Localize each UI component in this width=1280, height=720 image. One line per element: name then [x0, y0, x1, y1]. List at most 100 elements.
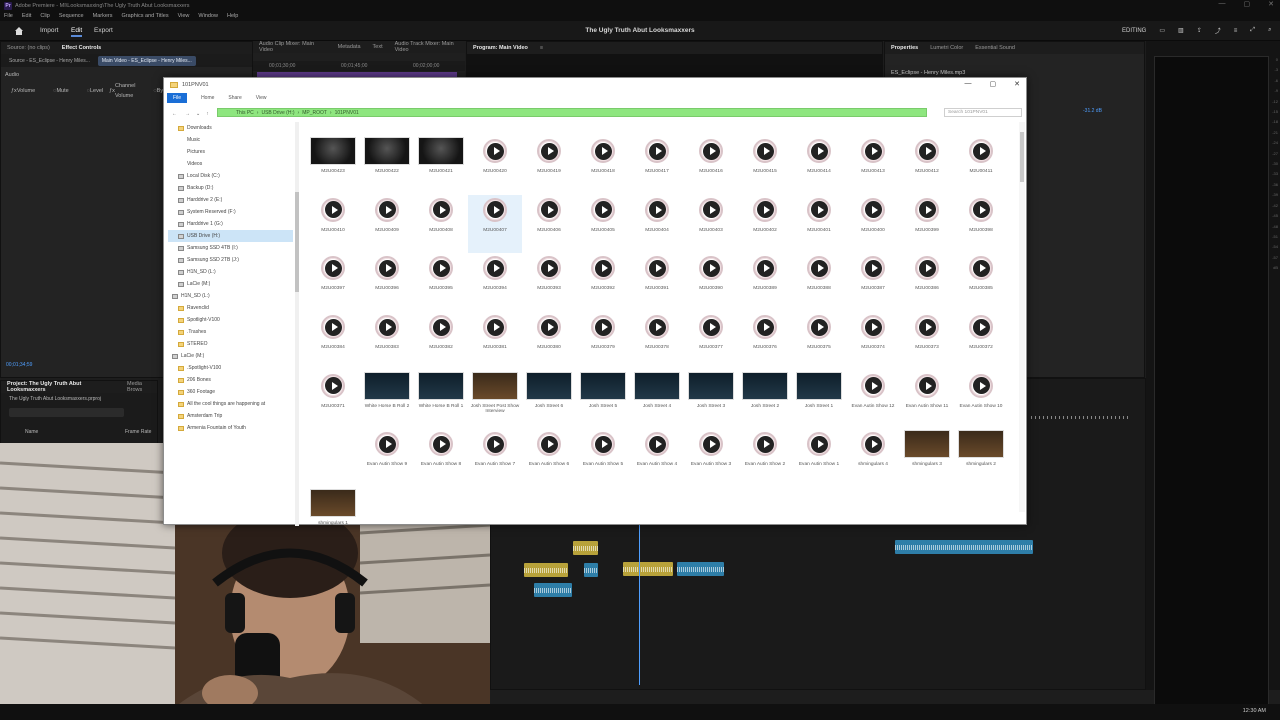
file-item[interactable]: M2U00423 — [306, 136, 360, 195]
effect-row[interactable]: ƒx Volume — [5, 86, 35, 97]
file-item[interactable]: shmingulars 4 — [846, 429, 900, 488]
file-item[interactable]: M2U00420 — [468, 136, 522, 195]
audio-clip[interactable] — [623, 562, 673, 576]
nav-item[interactable]: LaCie (M:) — [168, 278, 293, 290]
properties-level[interactable]: -31.2 dB — [1083, 108, 1102, 114]
audio-clip[interactable] — [677, 562, 724, 576]
file-item[interactable]: M2U00411 — [954, 136, 1008, 195]
file-item[interactable]: M2U00389 — [738, 253, 792, 312]
nav-item[interactable]: .Spotlight-V100 — [168, 362, 293, 374]
file-item[interactable]: Evan Autin Show 3 — [684, 429, 738, 488]
file-item[interactable]: M2U00394 — [468, 253, 522, 312]
timecode[interactable]: 00;01;34;59 — [6, 362, 32, 368]
nav-item[interactable]: Samsung SSD 4TB (I:) — [168, 242, 293, 254]
file-item[interactable]: M2U00406 — [522, 195, 576, 254]
tab-media-browser[interactable]: Media Brows — [127, 381, 157, 393]
menu-item[interactable]: Clip — [40, 13, 49, 19]
file-item[interactable]: M2U00375 — [792, 312, 846, 371]
effect-row[interactable]: ƒx Channel Volume — [103, 81, 135, 102]
close-button[interactable]: ✕ — [1268, 0, 1274, 8]
tab-program[interactable]: Program: Main Video — [473, 45, 528, 51]
file-item[interactable]: Evan Autin Show 12 — [846, 371, 900, 430]
file-item[interactable]: Josh Street Post Show Interview — [468, 371, 522, 430]
search-icon[interactable]: ⌕ — [1268, 27, 1271, 34]
explorer-close-button[interactable]: ✕ — [1014, 80, 1020, 88]
file-item[interactable]: M2U00386 — [900, 253, 954, 312]
file-item[interactable]: Evan Autin Show 8 — [414, 429, 468, 488]
file-item[interactable]: Josh Street 4 — [630, 371, 684, 430]
breadcrumb-this-pc[interactable]: This PC — [236, 110, 254, 116]
audio-clip[interactable] — [573, 541, 598, 555]
nav-item[interactable]: STEREO — [168, 338, 293, 350]
effect-row[interactable]: ◌ Mute — [35, 86, 69, 97]
file-item[interactable]: M2U00378 — [630, 312, 684, 371]
nav-item[interactable]: Ravenclid — [168, 302, 293, 314]
audio-clip[interactable] — [524, 563, 568, 577]
tab-text[interactable]: Text — [373, 44, 383, 50]
tab-effect-controls[interactable]: Effect Controls — [62, 45, 101, 51]
menu-item[interactable]: View — [178, 13, 190, 19]
file-item[interactable]: M2U00393 — [522, 253, 576, 312]
file-item[interactable]: M2U00382 — [414, 312, 468, 371]
workspace-label[interactable]: EDITING — [1122, 28, 1146, 34]
expand-icon[interactable]: ⤢ — [1250, 27, 1255, 34]
file-item[interactable]: M2U00399 — [900, 195, 954, 254]
ribbon-home-tab[interactable]: Home — [201, 95, 214, 101]
file-item[interactable]: M2U00407 — [468, 194, 522, 254]
file-item[interactable]: Josh Street 6 — [522, 371, 576, 430]
tab-import[interactable]: Import — [40, 27, 58, 34]
maximize-button[interactable]: ▢ — [1244, 0, 1251, 8]
file-item[interactable]: M2U00410 — [306, 195, 360, 254]
forward-arrow-icon[interactable]: → — [185, 111, 190, 117]
taskbar-clock[interactable]: 12:30 AM — [1243, 708, 1266, 714]
explorer-search-input[interactable]: Search 101PNV01 — [944, 108, 1022, 117]
file-item[interactable]: M2U00372 — [954, 312, 1008, 371]
file-item[interactable]: Evan Autin Show 2 — [738, 429, 792, 488]
nav-item[interactable]: Backup (D:) — [168, 182, 293, 194]
layout-icon[interactable]: ▥ — [1178, 27, 1184, 34]
nav-item[interactable]: Armenia Fountain of Youth — [168, 422, 293, 434]
file-item[interactable]: shmingulars 3 — [900, 429, 954, 488]
nav-item[interactable]: 206 Bones — [168, 374, 293, 386]
nav-item[interactable]: USB Drive (H:) — [168, 230, 293, 242]
file-item[interactable]: M2U00383 — [360, 312, 414, 371]
audio-clip[interactable] — [534, 583, 572, 597]
tab-export[interactable]: Export — [94, 27, 113, 34]
file-item[interactable]: M2U00376 — [738, 312, 792, 371]
file-item[interactable]: M2U00398 — [954, 195, 1008, 254]
nav-item[interactable]: LaCie (M:) — [168, 350, 293, 362]
file-item[interactable]: M2U00380 — [522, 312, 576, 371]
file-item[interactable]: M2U00390 — [684, 253, 738, 312]
up-arrow-icon[interactable]: ↑ — [206, 111, 209, 117]
nav-item[interactable]: Samsung SSD 2TB (J:) — [168, 254, 293, 266]
nav-item[interactable]: All the cool things are happening at — [168, 398, 293, 410]
file-item[interactable]: M2U00392 — [576, 253, 630, 312]
file-item[interactable]: Josh Street 3 — [684, 371, 738, 430]
file-item[interactable]: M2U00396 — [360, 253, 414, 312]
file-item[interactable]: Evan Autin Show 6 — [522, 429, 576, 488]
menu-item[interactable]: Markers — [93, 13, 113, 19]
breadcrumb-mp-root[interactable]: MP_ROOT — [302, 110, 327, 116]
share-icon[interactable]: ⇪ — [1197, 27, 1202, 34]
file-item[interactable]: shmingulars 1 — [306, 488, 360, 547]
file-item[interactable]: Josh Street 2 — [738, 371, 792, 430]
nav-item[interactable]: H1N_SD (L:) — [168, 290, 293, 302]
ribbon-file-tab[interactable]: File — [167, 92, 188, 103]
timeline-ruler[interactable] — [1031, 416, 1131, 419]
file-item[interactable]: M2U00413 — [846, 136, 900, 195]
file-item[interactable]: M2U00418 — [576, 136, 630, 195]
ribbon-share-tab[interactable]: Share — [228, 95, 241, 101]
nav-item[interactable]: .Trashes — [168, 326, 293, 338]
file-item[interactable]: M2U00381 — [468, 312, 522, 371]
file-item[interactable]: M2U00377 — [684, 312, 738, 371]
list-icon[interactable]: ≡ — [1234, 28, 1238, 34]
home-icon[interactable] — [14, 26, 24, 36]
file-item[interactable]: Evan Autin Show 11 — [900, 371, 954, 430]
file-item[interactable]: M2U00412 — [900, 136, 954, 195]
file-item[interactable]: Evan Autin Show 9 — [360, 429, 414, 488]
file-item[interactable]: M2U00395 — [414, 253, 468, 312]
file-item[interactable]: M2U00409 — [360, 195, 414, 254]
tab-audio-track-mixer[interactable]: Audio Track Mixer: Main Video — [395, 41, 465, 53]
minimize-button[interactable]: — — [1219, 0, 1226, 8]
files-scrollbar[interactable] — [1019, 122, 1025, 512]
